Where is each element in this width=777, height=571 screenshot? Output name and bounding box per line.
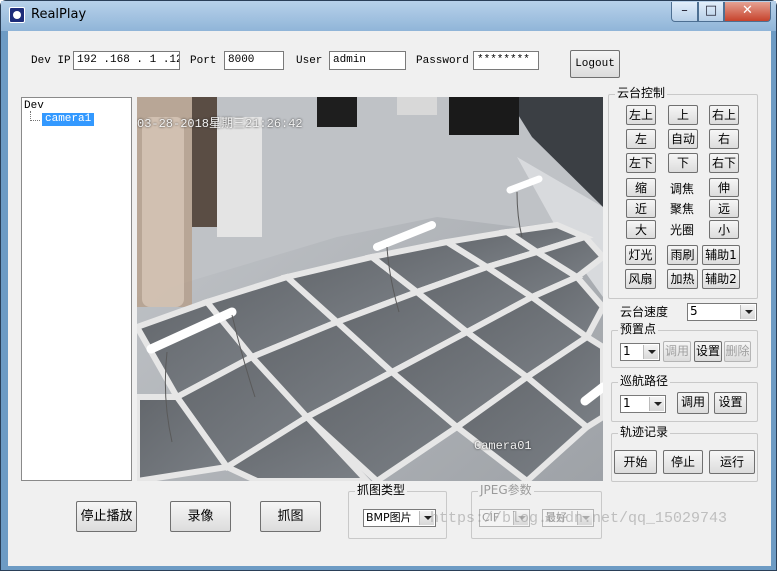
track-stop-button[interactable]: 停止 [663,450,703,474]
stop-play-button[interactable]: 停止播放 [76,501,137,532]
window-title: RealPlay [31,7,87,22]
focus-label: 聚焦 [670,202,695,216]
tree-connector [30,111,40,121]
title-bar[interactable]: RealPlay – □ ✕ [1,1,776,31]
video-timestamp: 03-28-2018星期三21:26:42 [137,117,303,131]
video-view[interactable]: 03-28-2018星期三21:26:42 Camera01 [137,97,603,481]
ptz-down-right-button[interactable]: 右下 [709,153,739,173]
iris-open-button[interactable]: 大 [626,220,656,239]
track-run-button[interactable]: 运行 [709,450,755,474]
iris-label: 光圈 [670,223,695,237]
preset-title: 预置点 [618,322,659,337]
capture-type-title: 抓图类型 [355,483,408,498]
preset-set-button[interactable]: 设置 [694,341,722,362]
capture-button[interactable]: 抓图 [260,501,321,532]
track-title: 轨迹记录 [618,425,671,440]
port-field[interactable]: 8000 [224,51,284,70]
preset-value: 1 [623,344,631,358]
focus-far-button[interactable]: 远 [709,199,739,218]
logout-button[interactable]: Logout [570,50,620,78]
ptz-right-button[interactable]: 右 [709,129,739,149]
video-camera-label: Camera01 [474,439,532,453]
zoom-label: 调焦 [670,182,695,196]
ptz-down-left-button[interactable]: 左下 [626,153,656,173]
preset-call-button[interactable]: 调用 [663,341,691,362]
fan-button[interactable]: 风扇 [625,269,656,289]
dev-ip-field[interactable]: 192 .168 . 1 .125 [73,51,180,70]
track-start-button[interactable]: 开始 [614,450,657,474]
device-tree[interactable]: Dev camera1 [21,97,132,481]
ptz-up-left-button[interactable]: 左上 [626,105,656,125]
cruise-call-button[interactable]: 调用 [677,392,709,414]
realplay-window: RealPlay – □ ✕ Dev IP 192 .168 . 1 .125 … [0,0,777,571]
user-field[interactable]: admin [329,51,406,70]
cruise-select[interactable]: 1 [620,395,666,413]
ptz-down-button[interactable]: 下 [668,153,698,173]
ptz-auto-button[interactable]: 自动 [668,129,698,149]
watermark-text: https://blog.csdn.net/qq_15029743 [430,510,728,527]
light-button[interactable]: 灯光 [625,245,656,265]
ptz-up-right-button[interactable]: 右上 [709,105,739,125]
record-button[interactable]: 录像 [170,501,231,532]
maximize-button[interactable]: □ [698,2,724,22]
capture-type-value: BMP图片 [366,511,412,524]
iris-close-button[interactable]: 小 [709,220,739,239]
password-label: Password [416,55,469,67]
ptz-control-title: 云台控制 [615,86,668,101]
close-button[interactable]: ✕ [724,2,771,22]
ptz-up-button[interactable]: 上 [668,105,698,125]
jpeg-params-title: JPEG参数 [478,483,534,498]
aux2-button[interactable]: 辅助2 [702,269,740,289]
cruise-value: 1 [623,396,631,410]
cruise-title: 巡航路径 [618,374,671,389]
dev-ip-label: Dev IP [31,55,71,67]
ptz-speed-label: 云台速度 [620,305,669,319]
password-field[interactable]: ******** [473,51,539,70]
ptz-left-button[interactable]: 左 [626,129,656,149]
chevron-down-icon[interactable] [643,345,658,359]
ptz-speed-select[interactable]: 5 [687,303,757,321]
tree-node-camera1[interactable]: camera1 [42,113,95,126]
wiper-button[interactable]: 雨刷 [667,245,698,265]
minimize-button[interactable]: – [671,2,698,22]
chevron-down-icon[interactable] [740,305,755,319]
preset-select[interactable]: 1 [620,343,660,361]
chevron-down-icon[interactable] [649,397,664,411]
focus-near-button[interactable]: 近 [626,199,656,218]
preset-delete-button[interactable]: 删除 [724,341,751,362]
app-icon [9,7,25,23]
zoom-out-button[interactable]: 缩 [626,178,656,197]
client-area: Dev IP 192 .168 . 1 .125 Port 8000 User … [8,31,771,566]
ptz-speed-value: 5 [690,304,698,318]
port-label: Port [190,55,217,67]
aux1-button[interactable]: 辅助1 [702,245,740,265]
capture-type-select[interactable]: BMP图片 [363,509,436,527]
user-label: User [296,55,323,67]
cruise-set-button[interactable]: 设置 [714,392,747,414]
zoom-in-button[interactable]: 伸 [709,178,739,197]
heater-button[interactable]: 加热 [667,269,698,289]
camera-scene-image [137,97,603,481]
